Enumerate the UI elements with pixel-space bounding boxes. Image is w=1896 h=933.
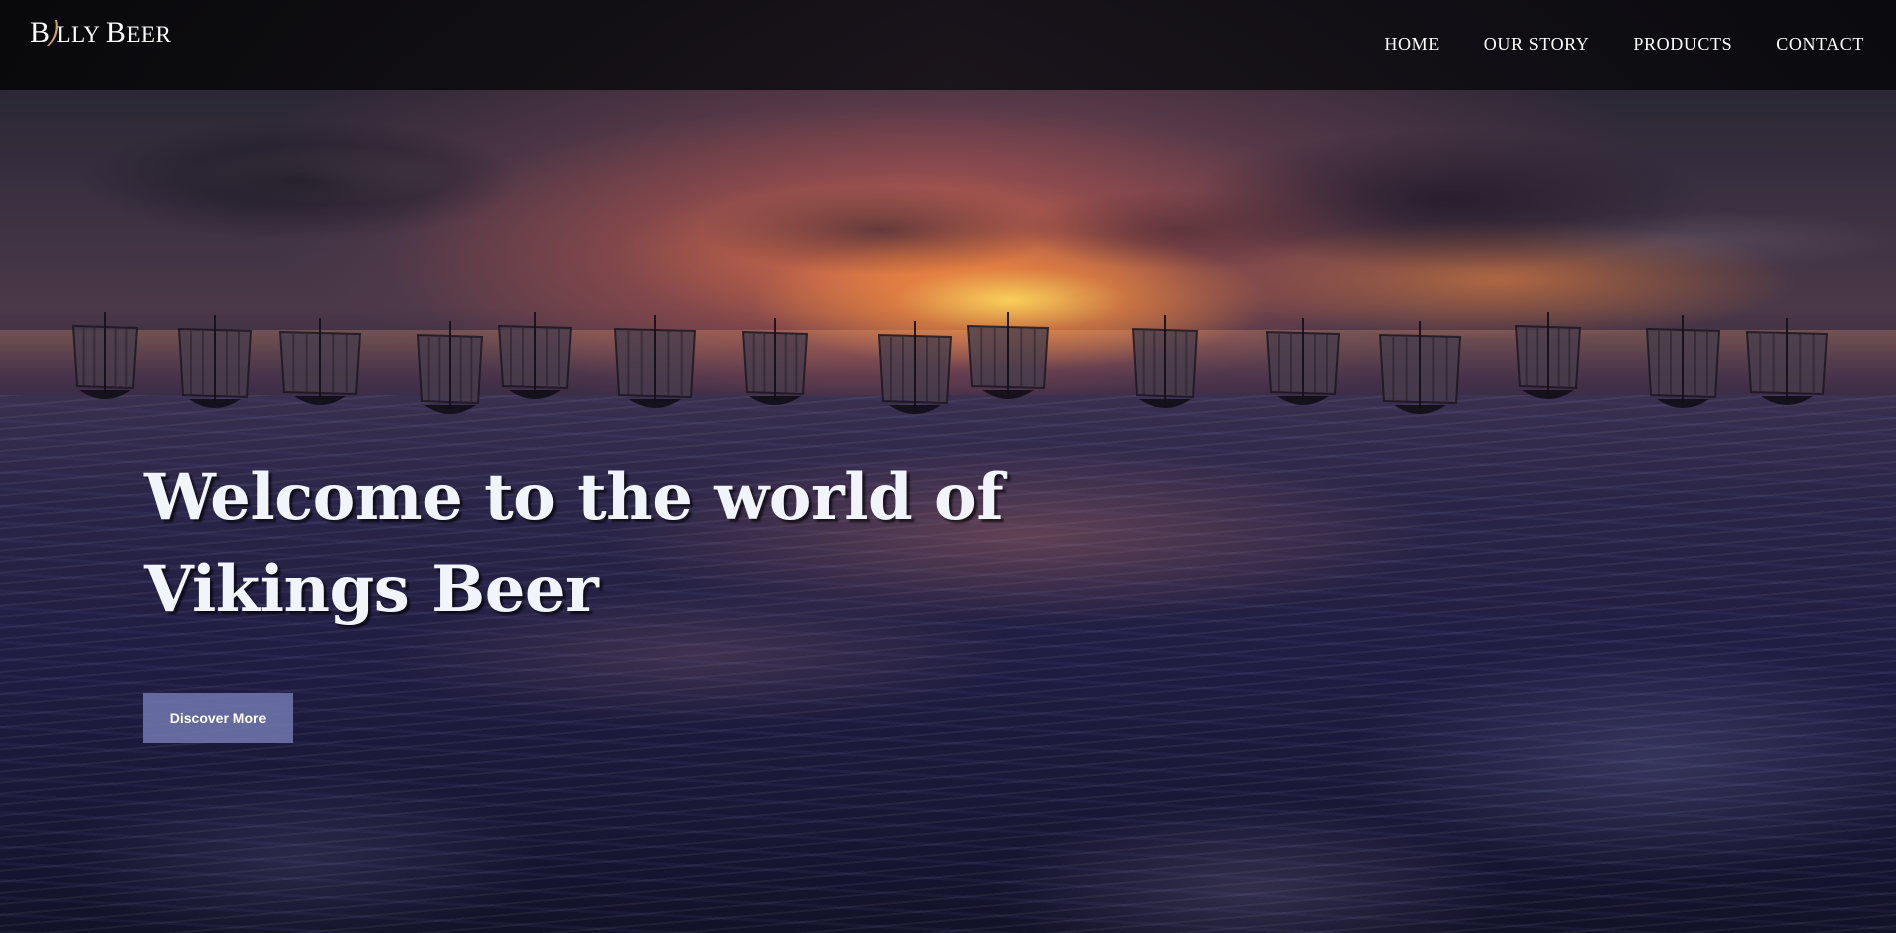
viking-ship-icon: [613, 315, 697, 408]
viking-ship-icon: [497, 312, 573, 399]
nav-item-home: HOME: [1384, 34, 1439, 55]
hero-headline: Welcome to the world of Vikings Beer: [144, 452, 1044, 636]
top-navbar: B LLY BEER HOME OUR STORY PRODUCTS CONTAC…: [0, 0, 1896, 90]
viking-ship-icon: [71, 312, 139, 399]
nav-link-home[interactable]: HOME: [1384, 34, 1439, 54]
brand-logo[interactable]: B LLY BEER: [30, 18, 171, 54]
viking-ship-icon: [1514, 312, 1582, 399]
logo-rest: LLY: [56, 22, 106, 47]
nav-link-products[interactable]: PRODUCTS: [1633, 34, 1732, 54]
viking-ship-icon: [278, 318, 362, 405]
viking-ship-icon: [1645, 315, 1721, 408]
nav-link-contact[interactable]: CONTACT: [1776, 34, 1864, 54]
discover-more-button[interactable]: Discover More: [143, 693, 293, 743]
logo-letter-b2: B: [105, 16, 127, 49]
nav-item-products: PRODUCTS: [1633, 34, 1732, 55]
headline-line-1: Welcome to the world of: [144, 460, 1004, 535]
viking-ship-icon: [177, 315, 253, 408]
viking-ship-icon: [966, 312, 1050, 399]
nav-link-our-story[interactable]: OUR STORY: [1484, 34, 1590, 54]
viking-ship-icon: [1265, 318, 1341, 405]
viking-ship-icon: [1745, 318, 1829, 405]
viking-ship-icon: [1131, 315, 1199, 408]
logo-rest2: EER: [126, 22, 172, 47]
nav-item-contact: CONTACT: [1776, 34, 1864, 55]
viking-ship-icon: [741, 318, 809, 405]
viking-ship-icon: [416, 321, 484, 414]
viking-ships-illustration: [71, 312, 1829, 414]
headline-line-2: Vikings Beer: [144, 552, 599, 627]
viking-ship-icon: [1378, 321, 1462, 414]
main-nav: HOME OUR STORY PRODUCTS CONTACT: [1384, 34, 1864, 55]
nav-item-our-story: OUR STORY: [1484, 34, 1590, 55]
viking-ship-icon: [877, 321, 953, 414]
